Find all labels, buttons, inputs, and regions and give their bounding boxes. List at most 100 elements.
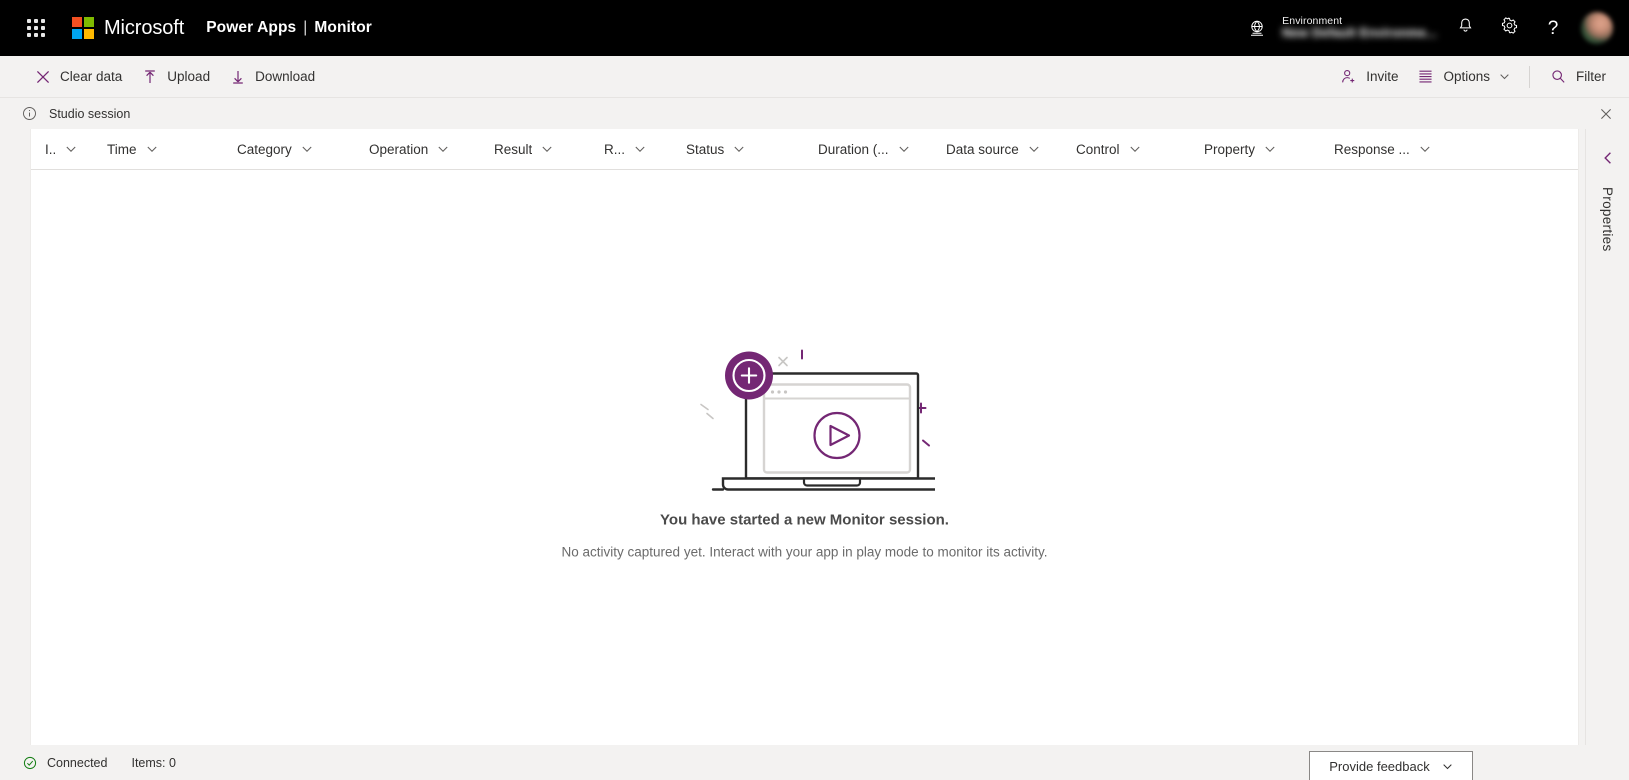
chevron-down-icon[interactable] <box>634 143 646 155</box>
environment-label: Environment <box>1282 14 1343 27</box>
chevron-down-icon[interactable] <box>1129 143 1141 155</box>
command-bar: Clear data Upload Download Invite Option… <box>0 56 1629 98</box>
chevron-left-icon[interactable] <box>1593 143 1623 173</box>
items-count: Items: 0 <box>131 756 175 770</box>
grid-header-row: I.. Time Category Operation Result R... Status… <box>31 129 1578 170</box>
filter-search-icon <box>1549 67 1568 86</box>
chevron-down-icon[interactable] <box>1264 143 1276 155</box>
options-list-icon <box>1416 67 1435 86</box>
connection-status: Connected <box>22 755 107 771</box>
grid-column-header[interactable]: Duration (... <box>818 129 946 169</box>
product-name: Power Apps <box>206 19 297 36</box>
chevron-down-icon[interactable] <box>541 143 553 155</box>
chevron-down-icon[interactable] <box>301 143 313 155</box>
section-name: Monitor <box>314 19 372 36</box>
empty-state-title: You have started a new Monitor session. <box>660 511 949 528</box>
upload-icon <box>140 67 159 86</box>
grid-column-header[interactable]: Result <box>494 129 604 169</box>
environment-text: Environment New Default Environme... <box>1282 14 1437 40</box>
chevron-down-icon[interactable] <box>146 143 158 155</box>
grid-column-header[interactable]: Response ... <box>1334 129 1464 169</box>
environment-value: New Default Environme... <box>1282 26 1437 40</box>
clear-data-button[interactable]: Clear data <box>24 60 131 94</box>
upload-label: Upload <box>167 69 211 84</box>
title-separator: | <box>303 19 308 36</box>
settings-button[interactable] <box>1487 6 1531 50</box>
monitor-app-window: Microsoft Power Apps | Monitor Environment… <box>0 0 1629 780</box>
chevron-down-icon[interactable] <box>65 143 77 155</box>
chevron-down-icon[interactable] <box>437 143 449 155</box>
app-launcher-button[interactable] <box>14 6 58 50</box>
upload-button[interactable]: Upload <box>131 60 219 94</box>
chevron-down-icon[interactable] <box>1028 143 1040 155</box>
grid-column-header[interactable]: Time <box>107 129 237 169</box>
grid-column-header-label: Operation <box>369 141 429 157</box>
grid-column-header-label: Property <box>1204 141 1256 157</box>
global-header: Microsoft Power Apps | Monitor Environment… <box>0 0 1629 56</box>
chevron-down-icon[interactable] <box>1419 143 1431 155</box>
waffle-icon <box>27 19 45 37</box>
notifications-button[interactable] <box>1443 6 1487 50</box>
grid-column-header-label: Duration (... <box>818 141 889 157</box>
grid-column-header[interactable]: Category <box>237 129 369 169</box>
grid-column-header-label: Status <box>686 141 725 157</box>
chevron-down-icon[interactable] <box>898 143 910 155</box>
grid-column-header-label: I.. <box>45 141 57 157</box>
bell-icon <box>1456 16 1475 40</box>
gear-icon <box>1500 16 1519 40</box>
connection-status-text: Connected <box>47 755 108 770</box>
empty-state-subtitle: No activity captured yet. Interact with … <box>561 544 1048 559</box>
globe-icon <box>1244 15 1270 41</box>
grid-column-header-label: Result <box>494 141 533 157</box>
grid-column-header-label: Category <box>237 141 292 157</box>
grid-column-header-label: Control <box>1076 141 1120 157</box>
message-bar-text: Studio session <box>49 106 131 121</box>
grid-column-header[interactable]: Control <box>1076 129 1204 169</box>
command-bar-right: Invite Options Filter <box>1330 60 1615 94</box>
message-bar: Studio session <box>0 98 1629 129</box>
grid-column-header[interactable]: I.. <box>45 129 107 169</box>
question-mark-icon: ? <box>1547 17 1559 39</box>
download-label: Download <box>255 69 316 84</box>
filter-button[interactable]: Filter <box>1540 60 1615 94</box>
microsoft-wordmark: Microsoft <box>104 16 185 39</box>
grid-column-header[interactable]: Property <box>1204 129 1334 169</box>
command-bar-left: Clear data Upload Download <box>24 60 324 94</box>
help-button[interactable]: ? <box>1531 6 1575 50</box>
app-title[interactable]: Power Apps | Monitor <box>206 19 372 37</box>
grid-column-header-label: Response ... <box>1334 141 1410 157</box>
grid-column-header-label: Data source <box>946 141 1019 157</box>
microsoft-squares-icon <box>72 17 94 39</box>
invite-label: Invite <box>1366 69 1399 84</box>
download-button[interactable]: Download <box>219 60 324 94</box>
grid-column-header[interactable]: Data source <box>946 129 1076 169</box>
avatar[interactable] <box>1581 12 1613 44</box>
chevron-down-icon[interactable] <box>733 143 745 155</box>
connected-check-icon <box>22 755 38 771</box>
events-grid: I.. Time Category Operation Result R... Status… <box>30 129 1579 745</box>
info-icon <box>20 105 38 123</box>
grid-column-header-label: Time <box>107 141 137 157</box>
options-button[interactable]: Options <box>1407 60 1519 94</box>
chevron-down-icon <box>1442 761 1453 772</box>
grid-column-header[interactable]: Status <box>686 129 818 169</box>
clear-data-icon <box>33 67 52 86</box>
invite-button[interactable]: Invite <box>1330 60 1407 94</box>
grid-column-header[interactable]: Operation <box>369 129 494 169</box>
provide-feedback-label: Provide feedback <box>1329 758 1430 774</box>
empty-state: You have started a new Monitor session. … <box>31 320 1578 595</box>
invite-person-icon <box>1339 67 1358 86</box>
new-session-laptop-play-icon <box>699 349 935 491</box>
properties-panel-label[interactable]: Properties <box>1600 187 1615 252</box>
filter-label: Filter <box>1576 69 1606 84</box>
options-label: Options <box>1443 69 1490 84</box>
items-count-text: Items: 0 <box>131 755 176 770</box>
properties-rail: Properties <box>1585 129 1629 745</box>
chevron-down-icon <box>1499 71 1510 82</box>
environment-picker[interactable]: Environment New Default Environme... <box>1240 6 1443 50</box>
microsoft-logo[interactable]: Microsoft <box>72 17 184 40</box>
close-icon[interactable] <box>1591 101 1621 127</box>
grid-column-header[interactable]: R... <box>604 129 686 169</box>
command-bar-divider <box>1529 65 1530 88</box>
provide-feedback-button[interactable]: Provide feedback <box>1309 751 1473 780</box>
